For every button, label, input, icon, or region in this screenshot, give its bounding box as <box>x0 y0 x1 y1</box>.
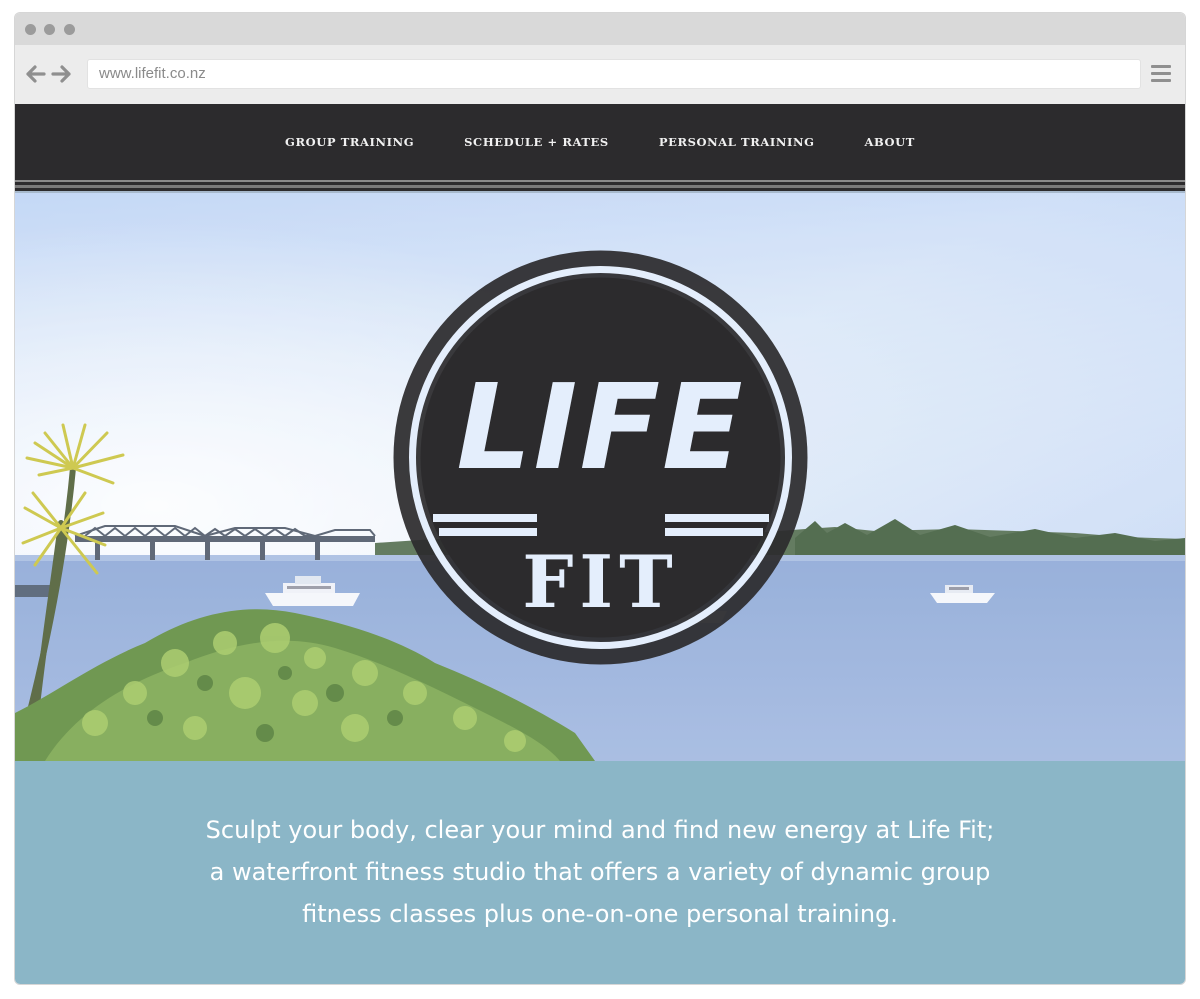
nav-item-about[interactable]: ABOUT <box>865 135 915 149</box>
nav-item-schedule-rates[interactable]: SCHEDULE + RATES <box>464 135 609 149</box>
nav-item-group-training[interactable]: GROUP TRAINING <box>285 135 414 149</box>
tagline-text: Sculpt your body, clear your mind and fi… <box>205 816 995 928</box>
hamburger-menu-icon[interactable] <box>1151 65 1171 83</box>
site-navigation: GROUP TRAINING SCHEDULE + RATES PERSONAL… <box>15 104 1185 180</box>
window-titlebar <box>15 13 1185 45</box>
logo-line-life: LIFE <box>456 358 745 496</box>
window-close-dot[interactable] <box>25 24 36 35</box>
browser-toolbar: www.lifefit.co.nz <box>15 45 1185 104</box>
window-maximize-dot[interactable] <box>64 24 75 35</box>
logo-line-fit: FIT <box>522 539 679 624</box>
hero-banner: LIFE FIT <box>15 193 1185 761</box>
address-bar[interactable]: www.lifefit.co.nz <box>87 59 1141 89</box>
window-minimize-dot[interactable] <box>44 24 55 35</box>
nav-divider-stripes <box>15 180 1185 193</box>
nav-links: GROUP TRAINING SCHEDULE + RATES PERSONAL… <box>15 104 1185 180</box>
arrow-left-icon[interactable] <box>26 64 46 84</box>
tagline-section: Sculpt your body, clear your mind and fi… <box>15 761 1185 984</box>
nav-item-personal-training[interactable]: PERSONAL TRAINING <box>659 135 815 149</box>
life-fit-logo: LIFE FIT <box>393 250 808 665</box>
arrow-right-icon[interactable] <box>51 64 71 84</box>
browser-window: www.lifefit.co.nz GROUP TRAINING SCHEDUL… <box>15 13 1185 984</box>
